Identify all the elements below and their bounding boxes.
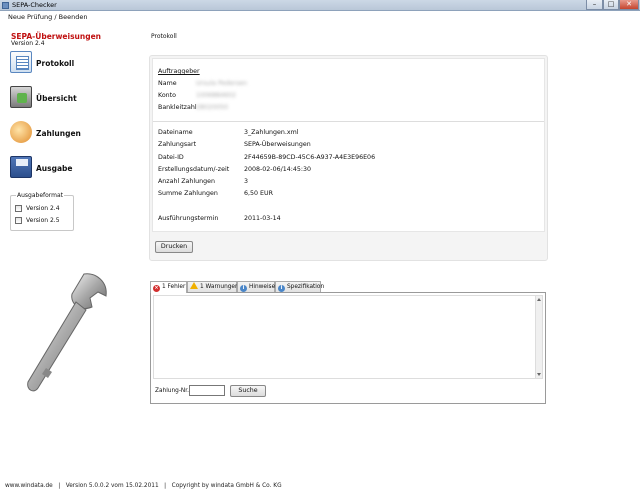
- detail-value: 2011-03-14: [244, 215, 281, 222]
- document-icon: [10, 51, 32, 73]
- maximize-button[interactable]: □: [603, 0, 619, 10]
- protocol-details: Auftraggeber Name Ursula Pedersen Konto …: [152, 58, 545, 232]
- checkbox-label: Version 2.4: [26, 205, 60, 212]
- nav-label: Übersicht: [36, 94, 77, 103]
- name-value: Ursula Pedersen: [196, 80, 248, 87]
- divider: [153, 121, 544, 122]
- coins-icon: [10, 121, 32, 143]
- nav-uebersicht[interactable]: Übersicht: [10, 86, 130, 112]
- footer-text: www.windata.de | Version 5.0.0.2 vom 15.…: [5, 483, 282, 489]
- title-bar: SEPA-Checker – □ ✕: [0, 0, 640, 11]
- tab-warnings[interactable]: 1 Warnungen: [187, 281, 239, 292]
- detail-label: Dateiname: [158, 129, 193, 136]
- nav-ausgabe[interactable]: Ausgabe: [10, 156, 130, 182]
- auftraggeber-heading: Auftraggeber: [158, 68, 200, 75]
- konto-value: 1006884602: [196, 92, 237, 99]
- tab-hints[interactable]: i Hinweise: [237, 281, 275, 292]
- detail-value: 6,50 EUR: [244, 190, 273, 197]
- detail-label: Ausführungstermin: [158, 215, 219, 222]
- vertical-scrollbar[interactable]: [535, 296, 542, 378]
- checkbox-version-2-5[interactable]: Version 2.5: [15, 216, 75, 225]
- tab-content: Zahlung-Nr.: Suche: [150, 292, 546, 404]
- nav-zahlungen[interactable]: Zahlungen: [10, 121, 130, 147]
- nav-label: Protokoll: [36, 59, 75, 68]
- section-title: Protokoll: [151, 33, 177, 40]
- checkbox-label: Version 2.5: [26, 217, 60, 224]
- tab-label: Hinweise: [249, 284, 276, 290]
- detail-value: SEPA-Überweisungen: [244, 141, 311, 148]
- overview-icon: [10, 86, 32, 108]
- floppy-disk-icon: [10, 156, 32, 178]
- detail-label: Erstellungsdatum/-zeit: [158, 166, 230, 173]
- info-icon: i: [240, 285, 247, 292]
- detail-value: 2F44659B-89CD-45C6-A937-A4E3E96E06: [244, 154, 376, 161]
- detail-label: Summe Zahlungen: [158, 190, 218, 197]
- checkbox-version-2-4[interactable]: Version 2.4: [15, 204, 75, 213]
- warning-icon: [190, 282, 198, 289]
- output-format-legend: Ausgabeformat: [16, 192, 65, 199]
- print-button[interactable]: Drucken: [155, 241, 193, 253]
- app-version: Version 2.4: [11, 40, 45, 47]
- checkbox-box[interactable]: [15, 217, 22, 224]
- error-icon: ×: [153, 285, 160, 292]
- menu-bar: Neue Prüfung / Beenden: [0, 11, 640, 23]
- message-list[interactable]: [153, 295, 543, 379]
- tab-errors[interactable]: × 1 Fehler: [150, 281, 187, 293]
- nav-label: Ausgabe: [36, 164, 73, 173]
- tab-label: 1 Fehler: [162, 284, 186, 290]
- konto-label: Konto: [158, 92, 176, 99]
- tab-label: 1 Warnungen: [200, 284, 239, 290]
- messages-tabs: × 1 Fehler 1 Warnungen i Hinweise i Spezifi…: [149, 281, 547, 405]
- detail-label: Anzahl Zahlungen: [158, 178, 215, 185]
- app-icon: [2, 2, 9, 9]
- tab-label: Spezifikation: [287, 284, 325, 290]
- wrench-icon: [27, 273, 107, 392]
- tab-specification[interactable]: i Spezifikation: [275, 281, 325, 292]
- output-format-group: Ausgabeformat Version 2.4 Version 2.5: [10, 192, 75, 231]
- protocol-panel: Auftraggeber Name Ursula Pedersen Konto …: [149, 55, 548, 261]
- detail-label: Zahlungsart: [158, 141, 197, 148]
- payment-number-input[interactable]: [189, 385, 225, 396]
- detail-label: Datei-ID: [158, 154, 184, 161]
- nav-protokoll[interactable]: Protokoll: [10, 51, 130, 77]
- menu-item-new-check[interactable]: Neue Prüfung / Beenden: [8, 13, 87, 21]
- close-button[interactable]: ✕: [619, 0, 639, 10]
- window-title: SEPA-Checker: [12, 1, 57, 9]
- blz-value: 28020050: [196, 104, 229, 111]
- checkbox-box[interactable]: [15, 205, 22, 212]
- payment-number-label: Zahlung-Nr.:: [155, 388, 191, 394]
- detail-value: 3_Zahlungen.xml: [244, 129, 299, 136]
- search-button[interactable]: Suche: [230, 385, 266, 397]
- info-icon: i: [278, 285, 285, 292]
- detail-value: 2008-02-06/14:45:30: [244, 166, 311, 173]
- nav-label: Zahlungen: [36, 129, 81, 138]
- detail-value: 3: [244, 178, 249, 185]
- name-label: Name: [158, 80, 177, 87]
- minimize-button[interactable]: –: [586, 0, 603, 10]
- blz-label: Bankleitzahl: [158, 104, 197, 111]
